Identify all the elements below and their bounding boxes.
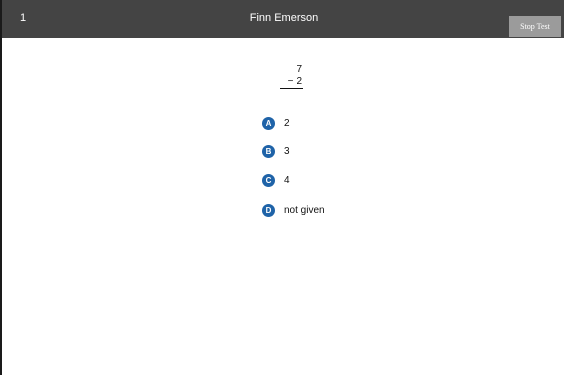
test-window: 1 Finn Emerson Stop Test 7 −2 A 2 B 3 C … <box>0 0 564 375</box>
choice-letter-badge: A <box>262 116 275 130</box>
answer-choice-b[interactable]: B 3 <box>262 144 290 158</box>
stop-test-button[interactable]: Stop Test <box>509 16 561 37</box>
problem-answer-line <box>280 88 303 89</box>
choice-letter-badge: D <box>262 203 275 217</box>
choice-text: 3 <box>284 145 290 157</box>
problem-top-number: 7 <box>296 64 302 75</box>
answer-choice-c[interactable]: C 4 <box>262 173 290 187</box>
problem-bottom-line: −2 <box>278 76 306 87</box>
header-bar: 1 Finn Emerson Stop Test <box>2 0 564 38</box>
student-name: Finn Emerson <box>249 12 319 24</box>
problem-operator: − <box>287 76 294 87</box>
answer-choice-d[interactable]: D not given <box>262 203 325 217</box>
choice-letter-badge: C <box>262 173 275 187</box>
problem-bottom-number: 2 <box>296 76 302 87</box>
math-problem: 7 −2 <box>278 64 306 89</box>
choice-text: 2 <box>284 117 290 129</box>
choice-text: 4 <box>284 174 290 186</box>
choice-text: not given <box>284 204 325 216</box>
answer-choice-a[interactable]: A 2 <box>262 116 290 130</box>
choice-letter-badge: B <box>262 144 275 158</box>
